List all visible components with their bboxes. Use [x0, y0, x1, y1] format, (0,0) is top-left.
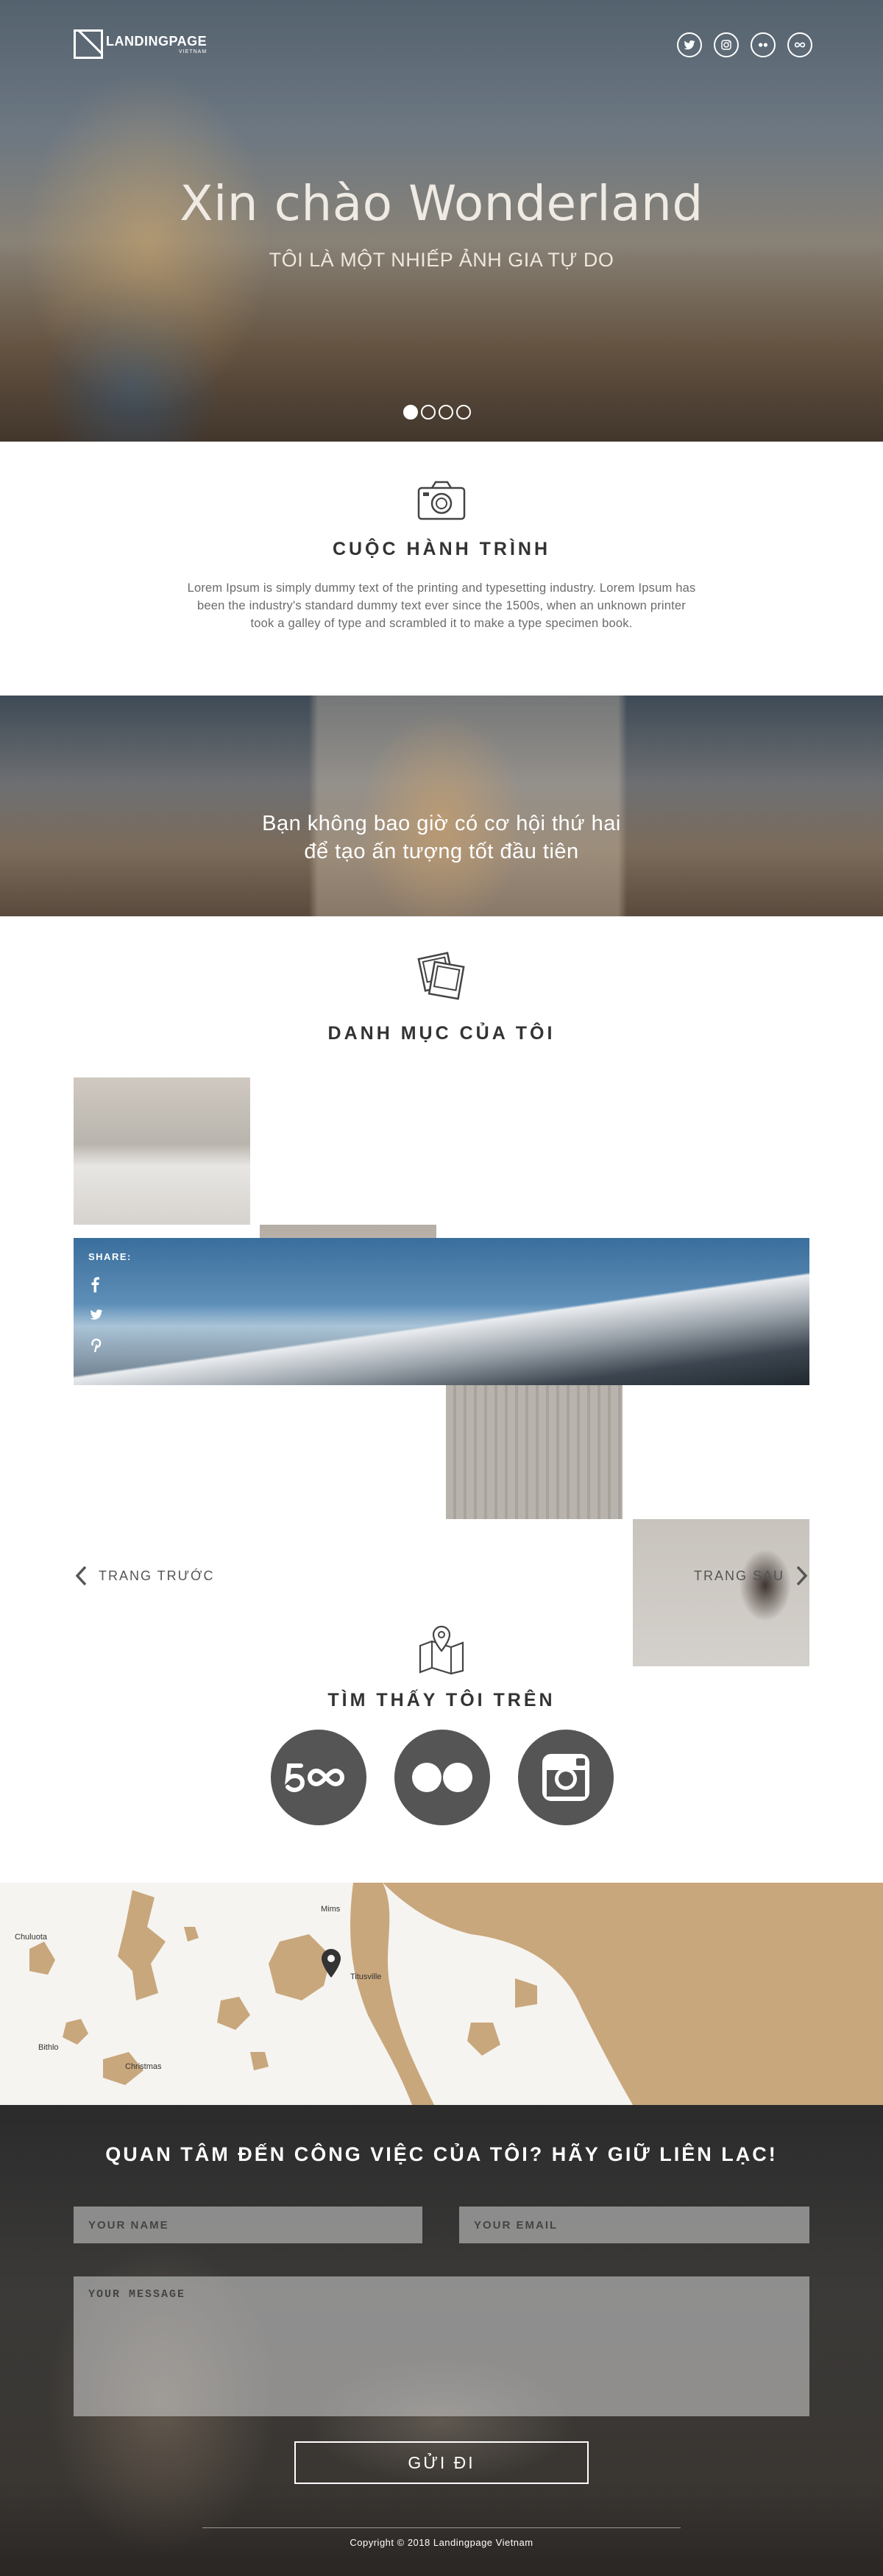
location-map[interactable]: Mims Titusville Chuluota Bithlo Christma…	[0, 1883, 883, 2105]
copyright: Copyright © 2018 Landingpage Vietnam	[350, 2537, 533, 2548]
portfolio-photo-3[interactable]	[446, 1372, 623, 1519]
logo-subtext: VIETNAM	[179, 49, 208, 54]
quote-line-1: Bạn không bao giờ có cơ hội thứ hai	[262, 812, 621, 835]
about-title: CUỘC HÀNH TRÌNH	[332, 539, 551, 559]
map-label-chuluota: Chuluota	[15, 1933, 48, 1942]
footer-divider	[202, 2527, 681, 2528]
chevron-right-icon	[796, 1565, 808, 1586]
hero-title: Xin chào Wonderland	[180, 175, 703, 232]
quote-text: Bạn không bao giờ có cơ hội thứ hai để t…	[0, 810, 883, 866]
portfolio-title: DANH MỤC CỦA TÔI	[327, 1023, 556, 1044]
portfolio-photo-4[interactable]	[633, 1519, 809, 1666]
find-me-title: TÌM THẤY TÔI TRÊN	[327, 1690, 556, 1710]
portfolio-photo-mountains[interactable]: SHARE:	[74, 1238, 809, 1385]
prev-page-label: TRANG TRƯỚC	[99, 1568, 215, 1583]
logo-text: LANDINGPAGE	[106, 33, 208, 49]
slider-dot-2[interactable]	[421, 405, 436, 420]
photos-icon	[412, 949, 471, 1001]
share-label: SHARE:	[88, 1251, 132, 1262]
next-page-button[interactable]: TRANG SAU	[694, 1565, 809, 1587]
map-pin-icon	[412, 1624, 471, 1675]
slider-dot-1[interactable]	[403, 405, 418, 420]
portfolio-photo-1[interactable]	[74, 1078, 250, 1225]
hero-subtitle: TÔI LÀ MỘT NHIẾP ẢNH GIA TỰ DO	[269, 249, 614, 271]
500px-icon[interactable]	[787, 32, 812, 57]
twitter-icon[interactable]	[677, 32, 702, 57]
message-field[interactable]	[74, 2276, 809, 2416]
twitter-icon[interactable]	[88, 1307, 103, 1322]
map-label-christmas: Christmas	[125, 2062, 162, 2071]
header-socials	[677, 32, 812, 57]
map-label-mims: Mims	[321, 1905, 341, 1914]
email-field[interactable]	[459, 2207, 809, 2243]
hero-section: LANDINGPAGE VIETNAM Xin chào Wonderland …	[0, 0, 883, 442]
quote-line-2: để tạo ấn tượng tốt đầu tiên	[304, 840, 579, 863]
slider-dot-4[interactable]	[456, 405, 471, 420]
pinterest-icon[interactable]	[88, 1337, 103, 1353]
contact-title: QUAN TÂM ĐẾN CÔNG VIỆC CỦA TÔI? HÃY GIỮ …	[105, 2143, 778, 2165]
flickr-icon[interactable]	[394, 1730, 490, 1825]
map-label-bithlo: Bithlo	[38, 2043, 59, 2052]
slider-dots	[403, 405, 471, 420]
chevron-left-icon	[75, 1565, 87, 1586]
instagram-icon[interactable]	[518, 1730, 614, 1825]
send-button[interactable]: GỬI ĐI	[294, 2441, 589, 2484]
flickr-icon[interactable]	[751, 32, 776, 57]
contact-section: QUAN TÂM ĐẾN CÔNG VIỆC CỦA TÔI? HÃY GIỮ …	[0, 2105, 883, 2576]
logo[interactable]: LANDINGPAGE VIETNAM	[74, 29, 207, 59]
500px-icon[interactable]	[271, 1730, 366, 1825]
map-label-titusville: Titusville	[350, 1972, 382, 1981]
name-field[interactable]	[74, 2207, 422, 2243]
facebook-icon[interactable]	[88, 1276, 103, 1292]
slider-dot-3[interactable]	[439, 405, 453, 420]
camera-icon	[412, 474, 471, 526]
quote-banner: Bạn không bao giờ có cơ hội thứ hai để t…	[0, 696, 883, 916]
next-page-label: TRANG SAU	[693, 1568, 784, 1583]
logo-mark	[74, 29, 103, 59]
instagram-icon[interactable]	[714, 32, 739, 57]
about-text: Lorem Ipsum is simply dummy text of the …	[187, 581, 696, 630]
prev-page-button[interactable]: TRANG TRƯỚC	[74, 1565, 214, 1587]
